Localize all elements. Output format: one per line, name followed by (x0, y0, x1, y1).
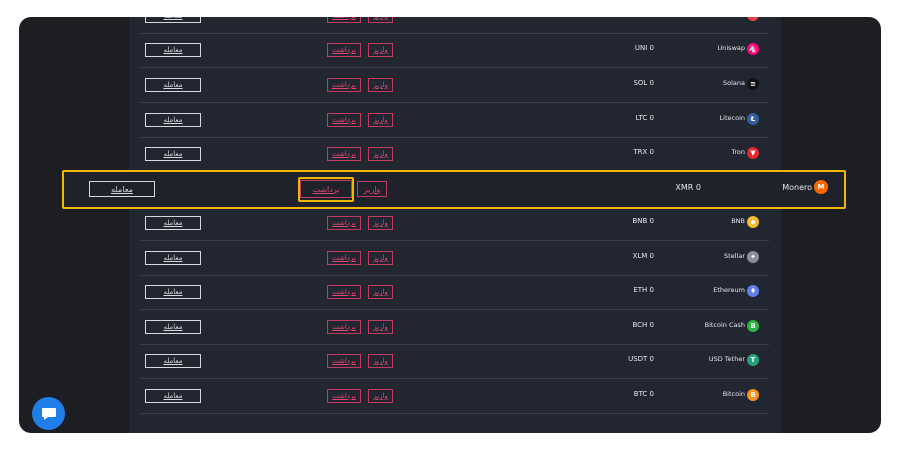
asset-row: معامله برداشت واریز BNB 0 BNB ◆ (141, 206, 769, 241)
asset-row: معامله برداشت واریز ETH 0 Ethereum ♦ (141, 275, 769, 310)
stellar-icon: ✦ (747, 251, 759, 263)
asset-row: معامله برداشت واریز SOL 0 Solana ≡ (141, 68, 769, 103)
trade-button[interactable]: معامله (145, 43, 201, 57)
deposit-button[interactable]: واریز (368, 389, 393, 403)
asset-name: USD Tether (708, 355, 745, 363)
asset-row: معامله برداشت واریز USDT 0 USD Tether T (141, 344, 769, 379)
asset-amount: SOL 0 (633, 79, 654, 87)
asset-row: معامله برداشت واریز UNI 0 Uniswap 🦄 (141, 33, 769, 68)
deposit-button[interactable]: واریز (368, 17, 393, 23)
asset-name: Bitcoin (722, 390, 745, 398)
asset-name: Uniswap (717, 44, 746, 52)
deposit-button[interactable]: واریز (368, 251, 393, 265)
trade-button[interactable]: معامله (145, 320, 201, 334)
deposit-button[interactable]: واریز (368, 78, 393, 92)
asset-amount: TRX 0 (633, 148, 654, 156)
app-frame: معامله برداشت واریز × معامله برداشت واریز UNI 0… (19, 17, 881, 433)
chat-icon (41, 407, 56, 420)
asset-amount: BCH 0 (632, 321, 654, 329)
withdraw-button[interactable]: برداشت (327, 147, 361, 161)
tether-icon: T (747, 354, 759, 366)
asset-name: Ethereum (713, 286, 745, 294)
asset-name: Tron (731, 148, 745, 156)
asset-name: Litecoin (719, 114, 745, 122)
trade-button[interactable]: معامله (145, 113, 201, 127)
asset-row: معامله برداشت واریز BTC 0 Bitcoin B (141, 379, 769, 414)
asset-name: Monero (782, 183, 812, 192)
trade-button[interactable]: معامله (89, 181, 155, 197)
withdraw-button[interactable]: برداشت (327, 78, 361, 92)
chat-button[interactable] (32, 397, 65, 430)
asset-name: BNB (731, 217, 745, 225)
bitcoin-icon: B (747, 389, 759, 401)
trade-button[interactable]: معامله (145, 147, 201, 161)
wallet-panel: معامله برداشت واریز × معامله برداشت واریز UNI 0… (129, 17, 781, 433)
withdraw-button[interactable]: برداشت (327, 285, 361, 299)
trade-button[interactable]: معامله (145, 285, 201, 299)
asset-amount: BNB 0 (632, 217, 654, 225)
tron-icon: ▼ (747, 147, 759, 159)
withdraw-button[interactable]: برداشت (327, 251, 361, 265)
uniswap-icon: 🦄 (747, 43, 759, 55)
deposit-button[interactable]: واریز (368, 320, 393, 334)
withdraw-button[interactable]: برداشت (300, 180, 352, 198)
deposit-button[interactable]: واریز (368, 147, 393, 161)
deposit-button[interactable]: واریز (368, 354, 393, 368)
withdraw-button[interactable]: برداشت (327, 113, 361, 127)
trade-button[interactable]: معامله (145, 216, 201, 230)
coin-icon: × (747, 17, 759, 21)
asset-amount: UNI 0 (634, 44, 654, 52)
withdraw-button[interactable]: برداشت (327, 354, 361, 368)
trade-button[interactable]: معامله (145, 354, 201, 368)
asset-name: Stellar (724, 252, 745, 260)
asset-row: معامله برداشت واریز XLM 0 Stellar ✦ (141, 241, 769, 276)
asset-amount: BTC 0 (633, 390, 654, 398)
withdraw-button[interactable]: برداشت (327, 389, 361, 403)
litecoin-icon: Ł (747, 113, 759, 125)
monero-icon: M (814, 180, 828, 194)
trade-button[interactable]: معامله (145, 389, 201, 403)
asset-row: معامله برداشت واریز × (141, 17, 769, 34)
deposit-button[interactable]: واریز (368, 43, 393, 57)
asset-row: معامله برداشت واریز BCH 0 Bitcoin Cash B (141, 310, 769, 345)
deposit-button[interactable]: واریز (368, 113, 393, 127)
withdraw-button[interactable]: برداشت (327, 17, 361, 23)
solana-icon: ≡ (747, 78, 759, 90)
asset-amount: USDT 0 (628, 355, 654, 363)
highlighted-row-monero: معامله برداشت واریز XMR 0 Monero M (62, 170, 846, 209)
asset-row: معامله برداشت واریز LTC 0 Litecoin Ł (141, 103, 769, 138)
withdraw-button[interactable]: برداشت (327, 43, 361, 57)
ethereum-icon: ♦ (747, 285, 759, 297)
withdraw-button[interactable]: برداشت (327, 320, 361, 334)
asset-name: Bitcoin Cash (704, 321, 745, 329)
deposit-button[interactable]: واریز (368, 216, 393, 230)
withdraw-button[interactable]: برداشت (327, 216, 361, 230)
trade-button[interactable]: معامله (145, 17, 201, 23)
deposit-button[interactable]: واریز (357, 181, 387, 197)
bnb-icon: ◆ (747, 216, 759, 228)
asset-amount: XMR 0 (675, 183, 701, 192)
deposit-button[interactable]: واریز (368, 285, 393, 299)
asset-amount: ETH 0 (633, 286, 654, 294)
asset-row: معامله برداشت واریز TRX 0 Tron ▼ (141, 137, 769, 172)
trade-button[interactable]: معامله (145, 251, 201, 265)
asset-amount: XLM 0 (632, 252, 654, 260)
asset-amount: LTC 0 (635, 114, 654, 122)
asset-name: Solana (723, 79, 745, 87)
bitcoin-cash-icon: B (747, 320, 759, 332)
trade-button[interactable]: معامله (145, 78, 201, 92)
